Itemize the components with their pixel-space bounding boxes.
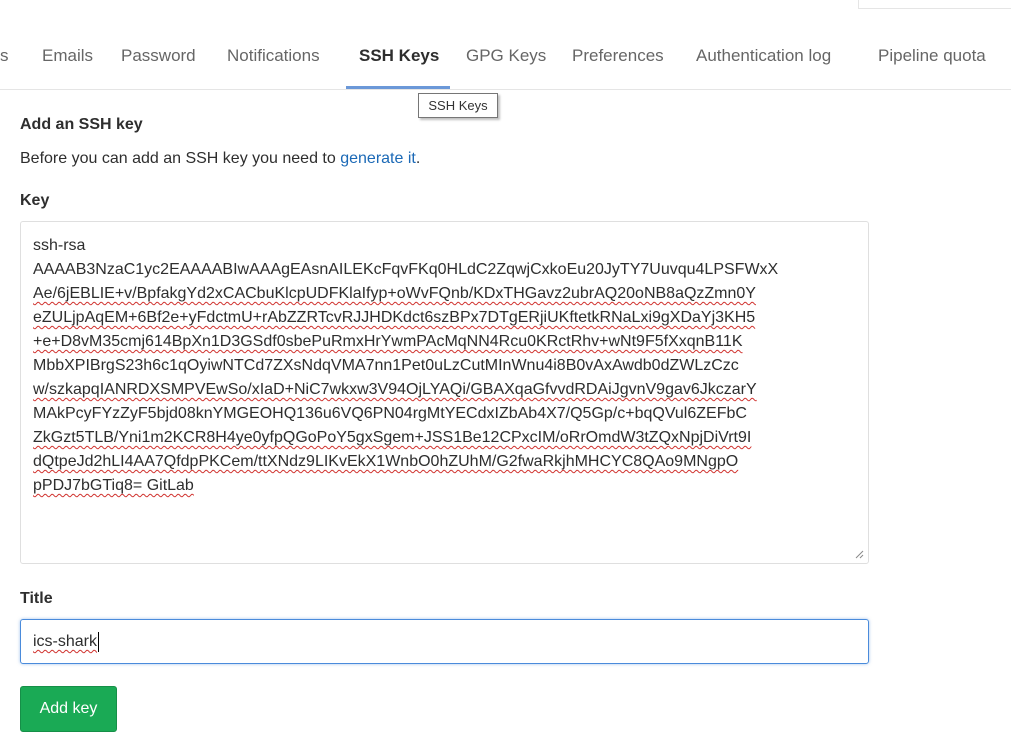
key-line: dQtpeJd2hLI4AA7QfdpPKCem/ttXNdz9LIKvEkX1… <box>33 450 856 474</box>
key-line: pPDJ7bGTiq8= GitLab <box>33 474 856 498</box>
key-line-text: eZULjpAqEM+6Bf2e+yFdctmU+rAbZZRTcvRJJHDK… <box>33 309 756 326</box>
tab-authentication-log[interactable]: Authentication log <box>696 46 831 66</box>
add-key-button[interactable]: Add key <box>20 686 117 732</box>
section-title: Add an SSH key <box>20 116 143 133</box>
key-line: AAAAB3NzaC1yc2EAAAABIwAAAgEAsnAILEKcFqvF… <box>33 258 856 282</box>
key-line-text: AAAAB3NzaC1yc2EAAAABIwAAAgEAsnAILEKcFqvF… <box>33 261 779 278</box>
key-line: w/szkapqIANRDXSMPVEwSo/xIaD+NiC7wkxw3V94… <box>33 378 856 402</box>
active-tab-indicator <box>346 86 450 89</box>
title-label: Title <box>20 590 53 607</box>
key-line-text: MAkPcyFYzZyF5bjd08knYMGEOHQ136u6VQ6PN04r… <box>33 405 747 422</box>
key-line-text: pPDJ7bGTiq8= GitLab <box>33 477 194 494</box>
help-text-suffix: . <box>415 150 421 167</box>
key-line-text: Ae/6jEBLIE+v/BpfakgYd2xCACbuKlcpUDFKlaIf… <box>33 285 756 302</box>
key-line: MAkPcyFYzZyF5bjd08knYMGEOHQ136u6VQ6PN04r… <box>33 402 856 426</box>
tab-tooltip: SSH Keys <box>418 93 498 118</box>
key-label: Key <box>20 192 50 209</box>
help-text-prefix: Before you can add an SSH key you need t… <box>20 150 341 167</box>
key-line-text: MbbXPIBrgS23h6c1qOyiwNTCd7ZXsNdqVMA7nn1P… <box>33 357 739 374</box>
key-line: Ae/6jEBLIE+v/BpfakgYd2xCACbuKlcpUDFKlaIf… <box>33 282 856 306</box>
tab-pipeline-quota[interactable]: Pipeline quota <box>878 46 986 66</box>
help-text: Before you can add an SSH key you need t… <box>20 150 420 168</box>
resize-handle-icon[interactable] <box>854 549 864 559</box>
tab-gpg-keys[interactable]: GPG Keys <box>466 46 546 66</box>
key-line-text: ZkGzt5TLB/Yni1m2KCR8H4ye0yfpQGoPoY5gxSge… <box>33 429 752 446</box>
search-input-edge[interactable] <box>858 0 1011 9</box>
key-line-text: w/szkapqIANRDXSMPVEwSo/xIaD+NiC7wkxw3V94… <box>33 381 757 398</box>
key-line-text: ssh-rsa <box>33 237 86 254</box>
tab-preferences[interactable]: Preferences <box>572 46 664 66</box>
tab-truncated[interactable]: s <box>0 46 9 66</box>
key-line: +e+D8vM35cmj614BpXn1D3GSdf0sbePuRmxHrYwm… <box>33 330 856 354</box>
key-line: eZULjpAqEM+6Bf2e+yFdctmU+rAbZZRTcvRJJHDK… <box>33 306 856 330</box>
text-caret <box>98 631 100 652</box>
generate-it-link[interactable]: generate it <box>340 150 416 167</box>
profile-settings-tabs: s Emails Password Notifications SSH Keys… <box>0 24 1011 90</box>
key-textarea[interactable]: ssh-rsa AAAAB3NzaC1yc2EAAAABIwAAAgEAsnAI… <box>20 221 869 564</box>
tab-password[interactable]: Password <box>121 46 196 66</box>
tab-emails[interactable]: Emails <box>42 46 93 66</box>
title-input-value: ics-shark <box>33 633 98 650</box>
title-input[interactable]: ics-shark <box>20 619 869 664</box>
key-line-text: dQtpeJd2hLI4AA7QfdpPKCem/ttXNdz9LIKvEkX1… <box>33 453 739 470</box>
key-line: ssh-rsa <box>33 234 856 258</box>
tab-ssh-keys[interactable]: SSH Keys <box>359 46 439 66</box>
key-line: ZkGzt5TLB/Yni1m2KCR8H4ye0yfpQGoPoY5gxSge… <box>33 426 856 450</box>
key-line: MbbXPIBrgS23h6c1qOyiwNTCd7ZXsNdqVMA7nn1P… <box>33 354 856 378</box>
key-line-text: +e+D8vM35cmj614BpXn1D3GSdf0sbePuRmxHrYwm… <box>33 333 743 350</box>
tab-notifications[interactable]: Notifications <box>227 46 320 66</box>
